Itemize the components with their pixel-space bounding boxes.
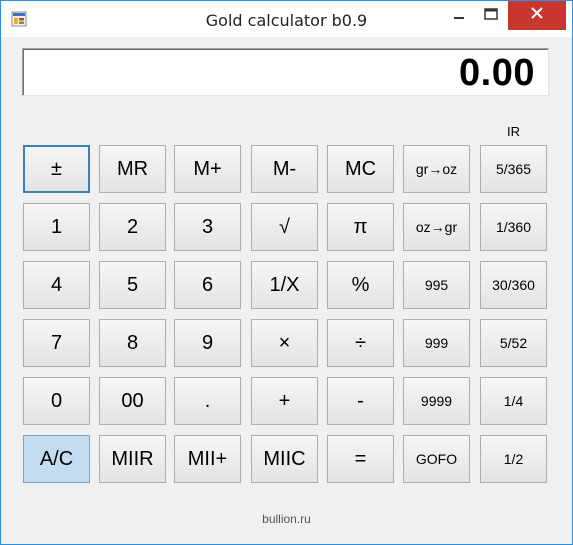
divide-button[interactable]: ÷ [327,319,394,367]
square-root-button[interactable]: √ [251,203,318,251]
fineness-999-button[interactable]: 999 [403,319,470,367]
title-bar: Gold calculator b0.9 [1,1,572,37]
display-field[interactable]: 0.00 [22,48,549,96]
memory-add-button[interactable]: M+ [174,145,241,193]
digit-6-button[interactable]: 6 [174,261,241,309]
all-clear-button[interactable]: A/C [23,435,90,483]
rate-30-360-button[interactable]: 30/360 [480,261,547,309]
pi-button[interactable]: π [327,203,394,251]
grams-to-ounces-button[interactable]: gr→oz [403,145,470,193]
display-value: 0.00 [459,52,535,94]
memory-clear-button[interactable]: MC [327,145,394,193]
maximize-button[interactable] [475,1,507,30]
digit-8-button[interactable]: 8 [99,319,166,367]
equals-button[interactable]: = [327,435,394,483]
memory2-recall-button[interactable]: MIIR [99,435,166,483]
calculator-window: Gold calculator b0.9 0.00 IR ± MR M+ M- … [0,0,573,545]
subtract-button[interactable]: - [327,377,394,425]
digit-9-button[interactable]: 9 [174,319,241,367]
footer-link: bullion.ru [262,512,311,526]
minimize-icon [453,7,465,25]
rate-5-52-button[interactable]: 5/52 [480,319,547,367]
digit-1-button[interactable]: 1 [23,203,90,251]
memory2-clear-button[interactable]: MIIC [251,435,318,483]
ounces-to-grams-button[interactable]: oz→gr [403,203,470,251]
gofo-button[interactable]: GOFO [403,435,470,483]
close-button[interactable] [508,1,566,30]
rate-1-2-button[interactable]: 1/2 [480,435,547,483]
minimize-button[interactable] [443,1,475,30]
digit-2-button[interactable]: 2 [99,203,166,251]
digit-7-button[interactable]: 7 [23,319,90,367]
digit-3-button[interactable]: 3 [174,203,241,251]
close-icon [530,6,544,25]
maximize-icon [484,7,498,25]
memory2-add-button[interactable]: MII+ [174,435,241,483]
digit-0-button[interactable]: 0 [23,377,90,425]
memory-subtract-button[interactable]: M- [251,145,318,193]
decimal-point-button[interactable]: . [174,377,241,425]
ir-label: IR [507,124,520,139]
plus-minus-button[interactable]: ± [23,145,90,193]
digit-5-button[interactable]: 5 [99,261,166,309]
rate-1-360-button[interactable]: 1/360 [480,203,547,251]
percent-button[interactable]: % [327,261,394,309]
fineness-995-button[interactable]: 995 [403,261,470,309]
double-zero-button[interactable]: 00 [99,377,166,425]
multiply-button[interactable]: × [251,319,318,367]
add-button[interactable]: + [251,377,318,425]
fineness-9999-button[interactable]: 9999 [403,377,470,425]
rate-1-4-button[interactable]: 1/4 [480,377,547,425]
memory-recall-button[interactable]: MR [99,145,166,193]
digit-4-button[interactable]: 4 [23,261,90,309]
reciprocal-button[interactable]: 1/X [251,261,318,309]
rate-5-365-button[interactable]: 5/365 [480,145,547,193]
